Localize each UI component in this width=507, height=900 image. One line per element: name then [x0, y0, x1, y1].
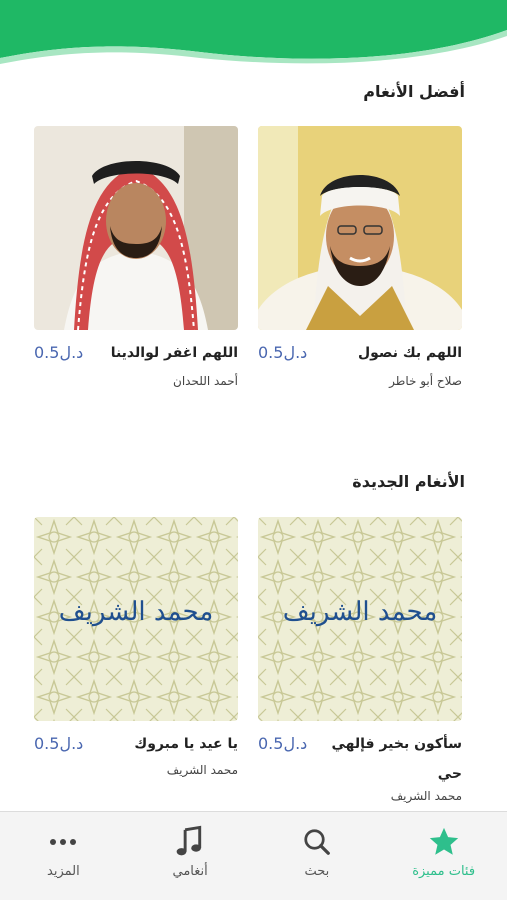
- tone-card[interactable]: محمد الشريف يا عيد يا مبروك 0.5د.ل محمد …: [34, 517, 238, 777]
- tone-artist: صلاح أبو خاطر: [389, 374, 462, 388]
- artist-photo: [258, 126, 462, 330]
- tab-search[interactable]: بحث: [254, 812, 381, 900]
- tone-price: 0.5د.ل: [34, 343, 84, 362]
- new-tones-title: الأنغام الجديدة: [352, 472, 465, 491]
- best-tones-title: أفضل الأنغام: [363, 82, 465, 101]
- artist-photo: [34, 126, 238, 330]
- tab-my-tones-label: أنغامي: [172, 864, 208, 879]
- tone-title: يا عيد يا مبروك: [134, 736, 238, 752]
- tone-price: 0.5د.ل: [258, 343, 308, 362]
- header-wave: [0, 0, 507, 64]
- tone-artist: محمد الشريف: [390, 789, 462, 803]
- tab-featured-label: فئات مميزة: [412, 864, 476, 879]
- more-dots-icon: [48, 824, 78, 860]
- tone-price: 0.5د.ل: [34, 734, 84, 753]
- search-icon: [302, 824, 332, 860]
- cover-art: محمد الشريف: [258, 517, 462, 721]
- music-note-icon: [175, 824, 205, 860]
- tone-card[interactable]: اللهم اغفر لوالدينا 0.5د.ل أحمد اللحدان: [34, 126, 238, 388]
- tone-title: سأكون بخير فإلهي حي: [331, 736, 463, 782]
- tab-featured[interactable]: فئات مميزة: [380, 812, 507, 900]
- tone-card[interactable]: محمد الشريف سأكون بخير فإلهي حي 0.5د.ل م…: [258, 517, 462, 803]
- tone-artist: محمد الشريف: [166, 763, 238, 777]
- cover-art: محمد الشريف: [34, 517, 238, 721]
- tab-more[interactable]: المزيد: [0, 812, 127, 900]
- tone-title: اللهم اغفر لوالدينا: [110, 345, 238, 361]
- cover-art-text: محمد الشريف: [282, 597, 438, 627]
- tone-price: 0.5د.ل: [258, 734, 308, 753]
- tab-search-label: بحث: [304, 864, 330, 879]
- cover-art-text: محمد الشريف: [58, 597, 214, 627]
- tone-card[interactable]: اللهم بك نصول 0.5د.ل صلاح أبو خاطر: [258, 126, 462, 388]
- tone-title: اللهم بك نصول: [357, 345, 462, 361]
- tab-more-label: المزيد: [47, 864, 80, 879]
- tab-my-tones[interactable]: أنغامي: [127, 812, 254, 900]
- bottom-tab-bar: فئات مميزة بحث أنغامي المزيد: [0, 811, 507, 900]
- star-icon: [427, 824, 461, 860]
- tone-artist: أحمد اللحدان: [173, 374, 238, 388]
